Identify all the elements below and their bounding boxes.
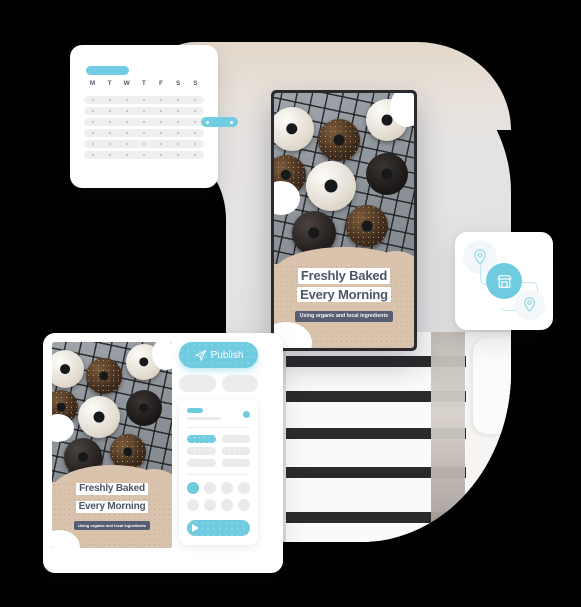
preview-headline-line-2: Every Morning — [75, 501, 149, 513]
panel-option-grid — [187, 435, 250, 467]
option-bar-selected[interactable] — [187, 435, 216, 443]
phone-screen[interactable]: Freshly Baked Every Morning Using organi… — [274, 93, 414, 348]
phone-headline-line-2: Every Morning — [297, 286, 391, 302]
calendar-week-row[interactable] — [84, 96, 204, 104]
calendar-week-row[interactable] — [84, 140, 204, 148]
color-swatch[interactable] — [204, 499, 216, 511]
preview-subtitle-badge: Using organic and local ingredients — [74, 521, 150, 530]
panel-header — [187, 408, 250, 420]
color-swatch[interactable] — [187, 499, 199, 511]
editor-options-panel — [179, 399, 258, 545]
calendar-week-row[interactable] — [84, 151, 204, 159]
phone-subtitle-badge: Using organic and local ingredients — [294, 310, 394, 322]
panel-divider — [187, 427, 250, 428]
preview-headline-line-1: Freshly Baked — [76, 483, 148, 495]
publish-button-label: Publish — [210, 349, 244, 361]
color-swatch-grid — [187, 482, 250, 511]
panel-title-chip — [187, 408, 203, 413]
play-icon[interactable] — [192, 524, 199, 532]
editor-preview[interactable]: Freshly Baked Every Morning Using organi… — [52, 342, 172, 548]
color-swatch[interactable] — [238, 482, 250, 494]
store-node[interactable] — [486, 263, 522, 299]
editor-controls: Publish — [179, 342, 258, 545]
weekday-label-sat: S — [176, 80, 181, 87]
option-bar[interactable] — [221, 459, 250, 467]
weekday-label-thu: T — [141, 80, 147, 87]
calendar-weekday-header: M T W T F S S — [84, 80, 204, 87]
color-swatch[interactable] — [238, 499, 250, 511]
option-bar[interactable] — [187, 447, 216, 455]
weekday-label-tue: T — [107, 80, 112, 87]
paper-plane-icon — [194, 349, 206, 361]
weekday-label-mon: M — [89, 80, 96, 87]
option-bar[interactable] — [221, 447, 250, 455]
locations-card[interactable] — [455, 232, 553, 330]
preview-caption: Freshly Baked Every Morning Using organi… — [52, 478, 172, 532]
color-swatch[interactable] — [221, 482, 233, 494]
ghost-button[interactable] — [221, 375, 258, 392]
editor-ghost-buttons — [179, 375, 258, 392]
weekday-label-sun: S — [193, 80, 198, 87]
phone-headline-line-1: Freshly Baked — [297, 268, 391, 284]
ghost-button[interactable] — [179, 375, 216, 392]
option-bar[interactable] — [187, 459, 216, 467]
background-photo — [286, 332, 511, 542]
storefront-icon — [497, 274, 511, 288]
calendar-week-row[interactable] — [84, 129, 204, 137]
location-pin-icon — [524, 297, 535, 312]
phone-caption: Freshly Baked Every Morning Using organi… — [274, 267, 414, 322]
play-progress-bar[interactable] — [187, 520, 250, 536]
illustration-stage: M T W T F S S Freshly Baked Every Mornin… — [0, 0, 581, 607]
option-bar[interactable] — [221, 435, 250, 443]
weekday-label-fri: F — [159, 80, 164, 87]
publish-button[interactable]: Publish — [179, 342, 258, 368]
panel-divider — [187, 474, 250, 475]
color-swatch[interactable] — [204, 482, 216, 494]
panel-subtitle-line — [187, 417, 221, 420]
phone-mockup: Freshly Baked Every Morning Using organi… — [271, 90, 417, 351]
calendar-week-row[interactable] — [84, 107, 204, 115]
calendar-week-row-selected[interactable] — [84, 117, 238, 127]
calendar-title-pill — [86, 66, 129, 75]
post-editor-card[interactable]: Freshly Baked Every Morning Using organi… — [43, 333, 283, 573]
color-swatch[interactable] — [221, 499, 233, 511]
weekday-label-wed: W — [123, 80, 131, 87]
panel-toggle-dot[interactable] — [243, 410, 250, 418]
color-swatch-selected[interactable] — [187, 482, 199, 494]
calendar-selected-range[interactable] — [201, 117, 238, 127]
